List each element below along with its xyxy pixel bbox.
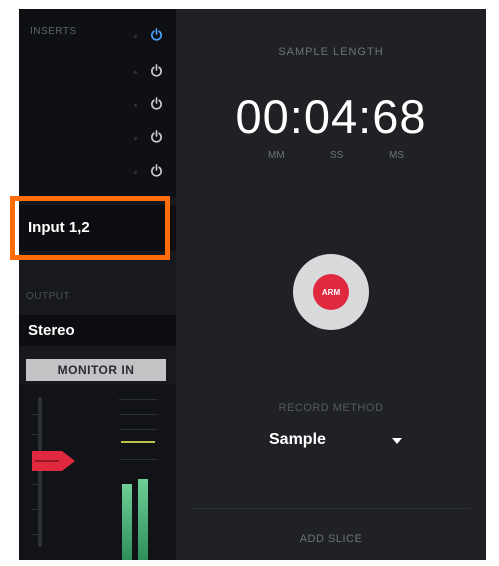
chevron-down-icon (392, 438, 402, 444)
sampler-panel: INSERTS Input 1,2 OUTPUT Stereo MONITOR … (19, 9, 486, 560)
insert-slot-2[interactable] (19, 64, 176, 80)
sample-panel: SAMPLE LENGTH 00:04:68 MM SS MS ARM RECO… (176, 9, 486, 560)
sample-length-label: SAMPLE LENGTH (278, 46, 384, 58)
divider (192, 508, 470, 509)
peak-indicator (121, 441, 155, 443)
monitor-in-button[interactable]: MONITOR IN (26, 359, 166, 381)
meter-scale-line (119, 429, 157, 430)
output-title: OUTPUT (26, 291, 71, 302)
power-icon[interactable] (150, 64, 163, 77)
time-unit-milliseconds: MS (389, 150, 404, 161)
arm-label: ARM (322, 288, 341, 297)
meter-bar-left (122, 484, 132, 560)
insert-indicator (134, 171, 137, 174)
fader-scale-tick (31, 534, 38, 535)
power-icon[interactable] (150, 97, 163, 110)
meter-scale-line (119, 399, 157, 400)
insert-slot-1[interactable] (19, 28, 176, 44)
insert-indicator (134, 104, 137, 107)
time-unit-seconds: SS (330, 150, 344, 161)
output-selector[interactable]: Stereo (19, 315, 176, 346)
sample-length-time: 00:04:68 (235, 90, 427, 143)
meter-scale-line (119, 414, 157, 415)
power-icon[interactable] (150, 164, 163, 177)
power-icon[interactable] (150, 28, 163, 41)
insert-slot-5[interactable] (19, 164, 176, 180)
insert-indicator (134, 71, 137, 74)
arm-record-button[interactable]: ARM (292, 253, 370, 331)
time-unit-minutes: MM (268, 150, 285, 161)
insert-indicator (134, 137, 137, 140)
volume-fader-handle[interactable] (31, 448, 77, 474)
add-slice-button[interactable]: ADD SLICE (176, 533, 486, 545)
record-method-dropdown[interactable]: Sample (269, 431, 409, 453)
power-icon[interactable] (150, 130, 163, 143)
fader-scale-tick (31, 484, 38, 485)
fader-scale-tick (31, 509, 38, 510)
meter-scale-line (119, 459, 157, 460)
record-method-value: Sample (269, 431, 326, 448)
channel-strip: INSERTS Input 1,2 OUTPUT Stereo MONITOR … (19, 9, 176, 560)
insert-indicator (134, 35, 137, 38)
meter-bar-right (138, 479, 148, 560)
insert-slot-4[interactable] (19, 130, 176, 146)
fader-scale-tick (31, 414, 38, 415)
insert-slot-3[interactable] (19, 97, 176, 113)
level-meter (19, 384, 176, 560)
inserts-panel: INSERTS (19, 9, 176, 197)
record-method-label: RECORD METHOD (278, 402, 384, 414)
fader-scale-tick (31, 434, 38, 435)
input-highlight-box (10, 196, 170, 260)
